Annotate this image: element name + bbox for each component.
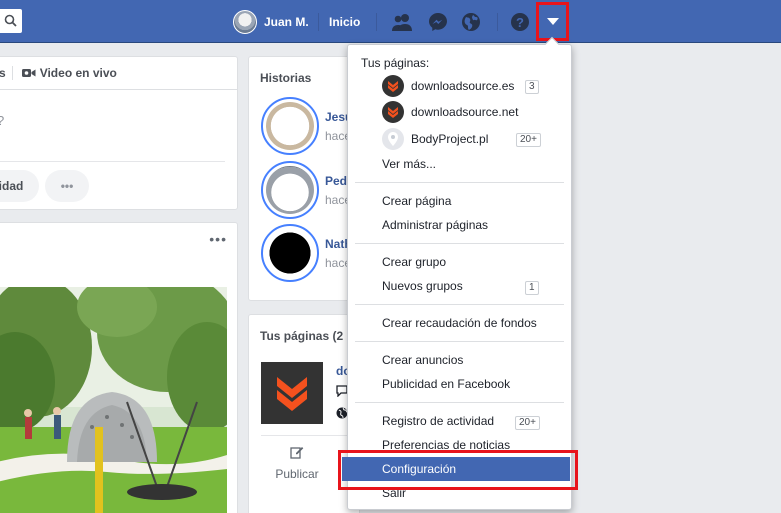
menu-item-manage-pages[interactable]: Administrar páginas [348,214,571,236]
menu-item-advertise[interactable]: Publicidad en Facebook [348,373,571,395]
notifications-globe-icon [462,13,480,31]
playground-photo [0,287,227,513]
svg-text:?: ? [516,15,524,30]
messenger-icon [429,13,447,31]
page-label: downloadsource.es [411,79,515,93]
menu-item-create-page[interactable]: Crear página [348,190,571,212]
edit-pencil-icon [290,447,304,459]
menu-item-create-fundraiser[interactable]: Crear recaudación de fondos [348,312,571,334]
story-avatar[interactable] [261,97,319,155]
account-dropdown-menu: Tus páginas: downloadsource.es 3 downloa… [342,36,572,510]
search-icon [4,14,17,27]
page-label: downloadsource.net [411,105,519,119]
settings-highlight-annotation [338,450,578,490]
count-badge: 20+ [515,416,540,430]
top-navigation-bar: Juan M. Inicio ? [0,0,781,43]
account-dropdown-button[interactable] [536,2,569,41]
page-logo-icon [382,101,404,123]
page-logo-icon [382,75,404,97]
count-badge: 1 [525,281,539,295]
post-options-button[interactable]: ••• [209,231,227,247]
divider [497,13,498,31]
divider [11,66,13,80]
menu-item-create-ads[interactable]: Crear anuncios [348,349,571,371]
menu-item-see-more[interactable]: Ver más... [348,153,571,175]
divider [355,182,564,183]
home-link[interactable]: Inicio [329,15,360,29]
divider [355,304,564,305]
profile-name: Juan M. [264,15,309,29]
page-label: BodyProject.pl [411,132,489,146]
count-badge: 3 [525,80,539,94]
divider [355,243,564,244]
avatar [233,10,257,34]
feed-post: ••• [0,222,238,513]
composer-prompt[interactable]: ? [0,113,4,128]
divider [376,13,377,31]
friends-icon [392,14,412,31]
live-video-label: Video en vivo [39,66,117,80]
publish-button[interactable]: Publicar [271,445,323,481]
chevrons-logo-icon [277,377,307,411]
help-icon: ? [511,13,529,31]
more-options-button[interactable]: ••• [45,170,89,202]
divider [355,402,564,403]
messenger-button[interactable] [427,11,449,33]
divider [318,13,319,31]
live-video-tab[interactable]: Video en vivo [21,66,117,80]
friend-requests-button[interactable] [391,11,413,33]
menu-section-header: Tus páginas: [361,56,430,70]
menu-item-create-group[interactable]: Crear grupo [348,251,571,273]
stories-panel: Historias Jesu hace Pedr hace Nath hace [248,56,360,301]
notifications-button[interactable] [460,11,482,33]
divider [261,435,361,436]
video-camera-icon [21,69,36,77]
location-pin-icon [382,128,404,150]
story-avatar[interactable] [261,224,319,282]
menu-page-downloadsource-net[interactable]: downloadsource.net [382,101,552,123]
composer-tab[interactable]: s [0,66,6,80]
chevron-down-icon [546,17,559,25]
post-image[interactable] [0,287,227,513]
divider [355,341,564,342]
story-avatar[interactable] [261,161,319,219]
publish-label: Publicar [275,467,319,481]
composer-option-button[interactable]: idad [0,170,39,202]
post-composer: s Video en vivo ? idad ••• [0,56,238,210]
stories-title: Historias [260,71,312,85]
search-button[interactable] [0,9,22,33]
help-button[interactable]: ? [509,11,531,33]
your-pages-title: Tus páginas (2 [260,329,344,343]
count-badge: 20+ [516,133,541,147]
profile-link[interactable]: Juan M. [233,9,309,35]
page-avatar[interactable] [261,362,323,424]
divider [0,161,225,162]
